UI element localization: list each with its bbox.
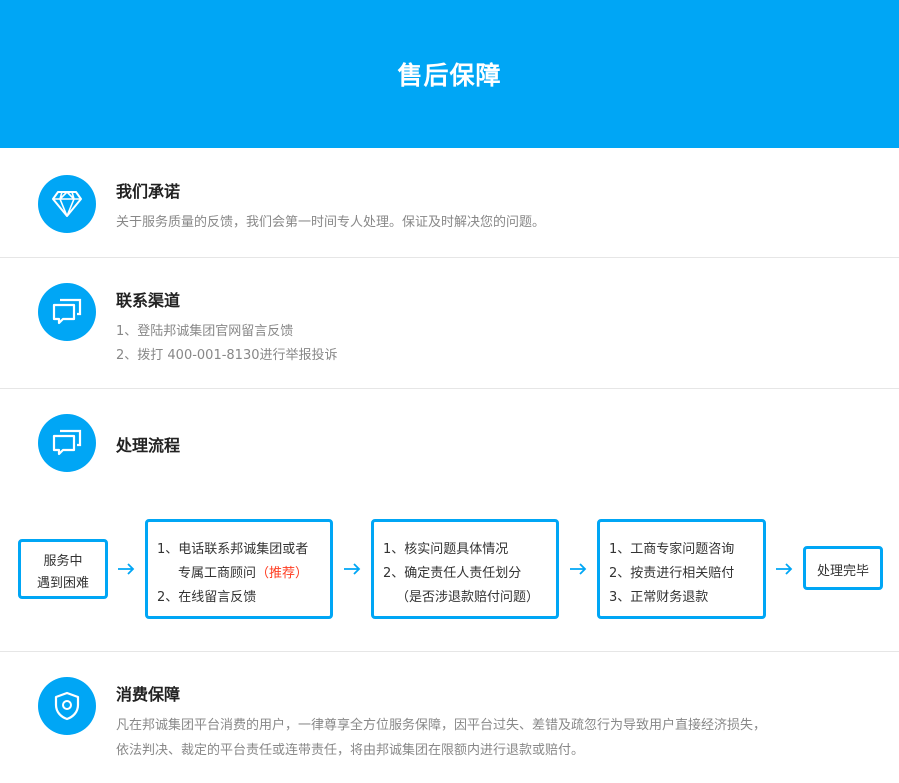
flow-step3-line2: 2、按责进行相关赔付 [609,566,735,581]
arrow-right-icon [118,563,135,575]
flow-step3-line3: 3、正常财务退款 [609,590,709,605]
recommended-label: （推荐） [256,566,309,581]
chat-bubbles-icon [38,283,96,341]
flow-step1-line3: 2、在线留言反馈 [157,590,257,605]
contact-line-phone: 2、拨打 400-001-8130进行举报投诉 [116,348,338,363]
page-title: 售后保障 [397,61,502,90]
contact-section: 联系渠道 1、登陆邦诚集团官网留言反馈 2、拨打 400-001-8130进行举… [0,258,899,389]
flow-step2-box: 1、核实问题具体情况 2、确定责任人责任划分 （是否涉退款赔付问题） [371,519,559,619]
contact-line-web: 1、登陆邦诚集团官网留言反馈 [116,324,294,339]
flow-step1-line1: 1、电话联系邦诚集团或者 [157,542,309,557]
flow-step3-line1: 1、工商专家问题咨询 [609,542,735,557]
flow-end-box: 处理完毕 [803,546,883,590]
promise-section: 我们承诺 关于服务质量的反馈，我们会第一时间专人处理。保证及时解决您的问题。 [0,148,899,258]
diamond-icon [38,175,96,233]
flow-step2-line1: 1、核实问题具体情况 [383,542,509,557]
arrow-right-icon [344,563,361,575]
protect-line-1: 凡在邦诚集团平台消费的用户，一律尊享全方位服务保障，因平台过失、差错及疏忽行为导… [116,718,767,733]
flow-step2-line2: 2、确定责任人责任划分 [383,566,522,581]
flow-step1-line2: 专属工商顾问（推荐） [178,562,308,581]
flow-step1-line2-text: 专属工商顾问 [178,566,257,581]
flow-step1-box: 1、电话联系邦诚集团或者 专属工商顾问（推荐） 2、在线留言反馈 [145,519,333,619]
flow-start-line1: 服务中 [43,554,83,569]
flow-start-line2: 遇到困难 [36,576,89,591]
arrow-right-icon [776,563,793,575]
flow-start-box: 服务中 遇到困难 [18,539,108,599]
protect-title: 消费保障 [116,685,181,704]
flow-step3-box: 1、工商专家问题咨询 2、按责进行相关赔付 3、正常财务退款 [597,519,766,619]
process-title: 处理流程 [116,436,181,455]
flow-step2-line3: （是否涉退款赔付问题） [396,590,540,605]
protect-section: 消费保障 凡在邦诚集团平台消费的用户，一律尊享全方位服务保障，因平台过失、差错及… [0,652,899,783]
promise-text: 关于服务质量的反馈，我们会第一时间专人处理。保证及时解决您的问题。 [116,215,546,230]
chat-bubbles-icon [38,414,96,472]
page-header: 售后保障 [0,0,899,148]
contact-title: 联系渠道 [116,291,181,310]
protect-line-2: 依法判决、裁定的平台责任或连带责任，将由邦诚集团在限额内进行退款或赔付。 [116,743,585,758]
flow-end-label: 处理完毕 [816,564,869,579]
promise-title: 我们承诺 [116,182,181,201]
process-section: 处理流程 服务中 遇到困难 1、电话联系邦诚集团或者 专属工商顾问（推荐） 2、… [0,389,899,652]
arrow-right-icon [570,563,587,575]
shield-icon [38,677,96,735]
